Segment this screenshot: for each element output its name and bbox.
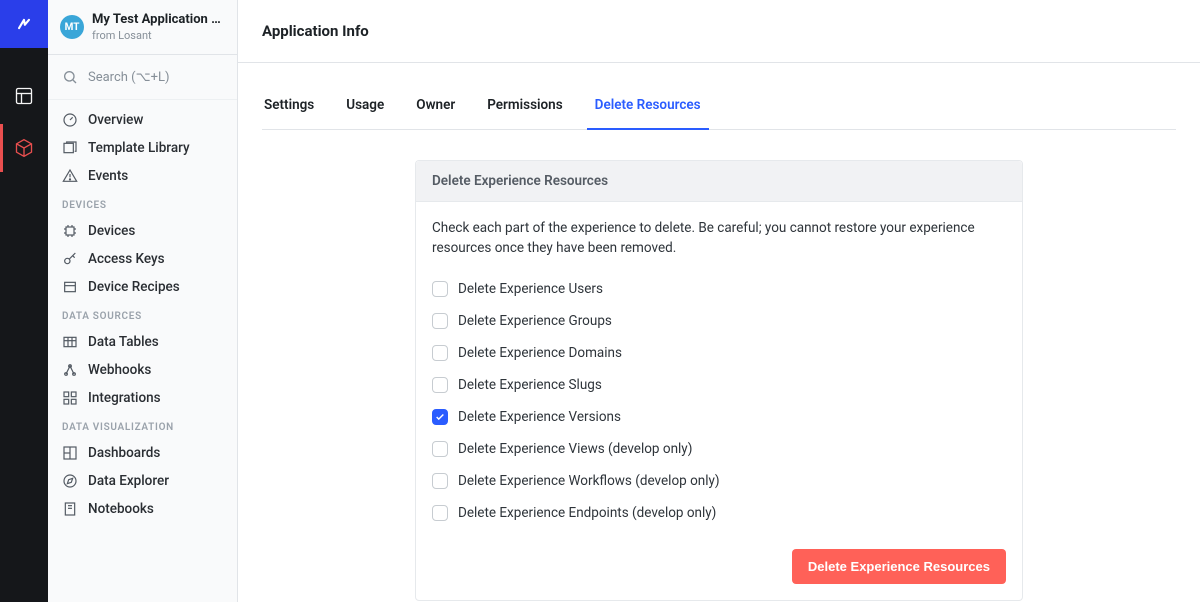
sidebar-group-dataviz: DATA VISUALIZATION — [48, 412, 237, 439]
checkbox-row[interactable]: Delete Experience Views (develop only) — [432, 433, 1006, 465]
panel-description: Check each part of the experience to del… — [432, 218, 1006, 259]
delete-button[interactable]: Delete Experience Resources — [792, 549, 1006, 584]
checkbox-icon[interactable] — [432, 281, 448, 297]
checkbox-icon[interactable] — [432, 473, 448, 489]
panel-heading: Delete Experience Resources — [416, 161, 1022, 202]
sidebar-item-data-explorer[interactable]: Data Explorer — [48, 467, 237, 495]
tab-permissions[interactable]: Permissions — [485, 83, 564, 129]
warning-icon — [62, 168, 78, 184]
sidebar-item-device-recipes[interactable]: Device Recipes — [48, 273, 237, 301]
checkbox-icon[interactable] — [432, 505, 448, 521]
templates-icon — [62, 140, 78, 156]
sidebar-item-data-tables[interactable]: Data Tables — [48, 328, 237, 356]
sidebar-item-label: Data Tables — [88, 334, 159, 350]
checkbox-icon[interactable] — [432, 441, 448, 457]
explorer-icon — [62, 473, 78, 489]
checkbox-label: Delete Experience Users — [458, 281, 603, 297]
sidebar-item-devices[interactable]: Devices — [48, 217, 237, 245]
sidebar: MT My Test Application (Lo... from Losan… — [48, 0, 238, 602]
sidebar-item-events[interactable]: Events — [48, 162, 237, 190]
sidebar-item-templates[interactable]: Template Library — [48, 134, 237, 162]
dashboard-icon — [62, 445, 78, 461]
sidebar-item-webhooks[interactable]: Webhooks — [48, 356, 237, 384]
icon-rail — [0, 0, 48, 602]
logo-icon[interactable] — [0, 0, 48, 48]
page-title: Application Info — [262, 22, 1176, 40]
checkbox-label: Delete Experience Workflows (develop onl… — [458, 473, 720, 489]
sidebar-item-label: Device Recipes — [88, 279, 180, 295]
sidebar-item-label: Webhooks — [88, 362, 151, 378]
checkbox-icon[interactable] — [432, 345, 448, 361]
checkbox-label: Delete Experience Groups — [458, 313, 612, 329]
tabs: Settings Usage Owner Permissions Delete … — [262, 83, 1176, 130]
page-header: Application Info — [238, 0, 1200, 63]
checkbox-row[interactable]: Delete Experience Versions — [432, 401, 1006, 433]
key-icon — [62, 251, 78, 267]
sidebar-item-label: Notebooks — [88, 501, 154, 517]
checkbox-label: Delete Experience Versions — [458, 409, 621, 425]
sidebar-item-label: Access Keys — [88, 251, 165, 267]
sidebar-item-integrations[interactable]: Integrations — [48, 384, 237, 412]
search-input[interactable]: Search (⌥+L) — [48, 55, 237, 100]
sidebar-group-datasources: DATA SOURCES — [48, 301, 237, 328]
checkbox-row[interactable]: Delete Experience Endpoints (develop onl… — [432, 497, 1006, 529]
app-header[interactable]: MT My Test Application (Lo... from Losan… — [48, 0, 237, 55]
checkbox-label: Delete Experience Views (develop only) — [458, 441, 692, 457]
rail-dashboard-icon[interactable] — [0, 72, 48, 120]
checkbox-row[interactable]: Delete Experience Slugs — [432, 369, 1006, 401]
sidebar-item-label: Template Library — [88, 140, 190, 156]
app-avatar: MT — [60, 15, 84, 39]
search-icon — [62, 69, 78, 85]
sidebar-item-label: Events — [88, 168, 128, 184]
sidebar-item-overview[interactable]: Overview — [48, 106, 237, 134]
checkbox-row[interactable]: Delete Experience Groups — [432, 305, 1006, 337]
tab-usage[interactable]: Usage — [344, 83, 386, 129]
notebook-icon — [62, 501, 78, 517]
sidebar-item-access-keys[interactable]: Access Keys — [48, 245, 237, 273]
checkbox-label: Delete Experience Slugs — [458, 377, 602, 393]
sidebar-item-label: Devices — [88, 223, 135, 239]
sidebar-group-devices: DEVICES — [48, 190, 237, 217]
checkbox-row[interactable]: Delete Experience Workflows (develop onl… — [432, 465, 1006, 497]
checkbox-label: Delete Experience Endpoints (develop onl… — [458, 505, 716, 521]
gauge-icon — [62, 112, 78, 128]
app-subtitle: from Losant — [92, 29, 223, 42]
recipes-icon — [62, 279, 78, 295]
main-content: Application Info Settings Usage Owner Pe… — [238, 0, 1200, 602]
checkbox-label: Delete Experience Domains — [458, 345, 622, 361]
tab-settings[interactable]: Settings — [262, 83, 316, 129]
sidebar-item-label: Data Explorer — [88, 473, 169, 489]
delete-resources-panel: Delete Experience Resources Check each p… — [415, 160, 1023, 601]
webhook-icon — [62, 362, 78, 378]
checkbox-row[interactable]: Delete Experience Domains — [432, 337, 1006, 369]
sidebar-item-dashboards[interactable]: Dashboards — [48, 439, 237, 467]
checkbox-icon[interactable] — [432, 377, 448, 393]
rail-box-icon[interactable] — [0, 124, 48, 172]
checkbox-icon[interactable] — [432, 409, 448, 425]
checkbox-row[interactable]: Delete Experience Users — [432, 273, 1006, 305]
checkbox-icon[interactable] — [432, 313, 448, 329]
sidebar-item-label: Overview — [88, 112, 143, 128]
integrations-icon — [62, 390, 78, 406]
app-title: My Test Application (Lo... — [92, 12, 223, 27]
table-icon — [62, 334, 78, 350]
tab-owner[interactable]: Owner — [414, 83, 457, 129]
chip-icon — [62, 223, 78, 239]
search-placeholder: Search (⌥+L) — [88, 70, 170, 85]
sidebar-item-notebooks[interactable]: Notebooks — [48, 495, 237, 523]
sidebar-item-label: Dashboards — [88, 445, 160, 461]
sidebar-item-label: Integrations — [88, 390, 161, 406]
tab-delete-resources[interactable]: Delete Resources — [593, 83, 703, 129]
